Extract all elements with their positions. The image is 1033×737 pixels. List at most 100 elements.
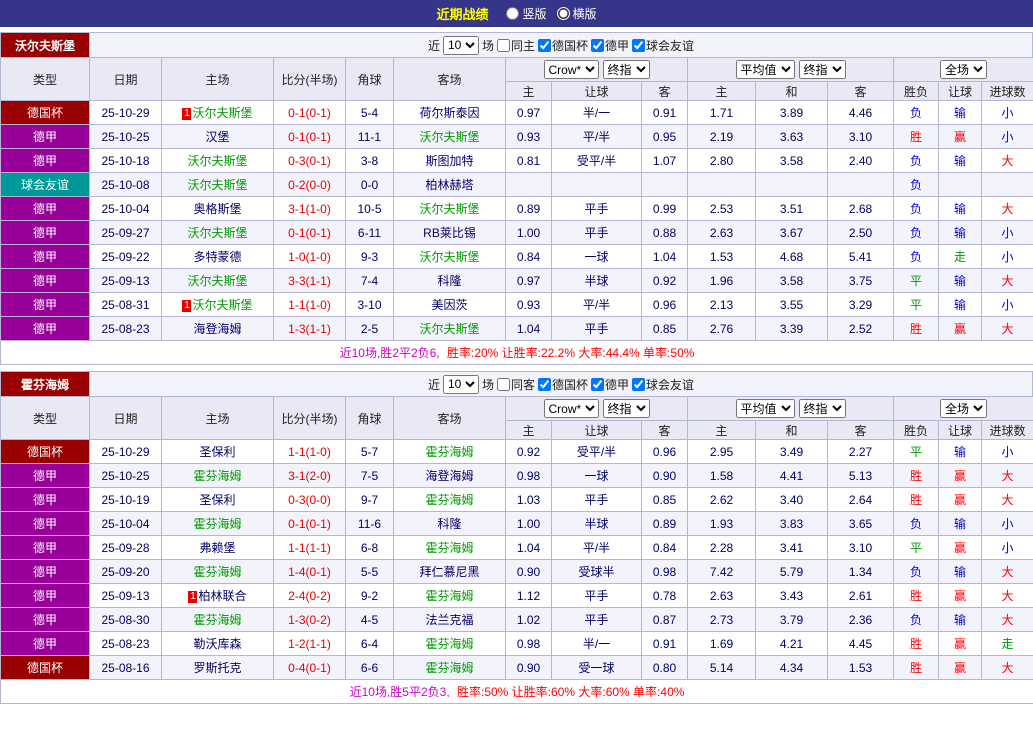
col-corner: 角球	[346, 58, 394, 101]
bundesliga-checkbox[interactable]	[591, 39, 604, 52]
same-venue-filter[interactable]: 同客	[497, 376, 535, 393]
odds-stage-select[interactable]: 终指	[603, 60, 650, 79]
team-name-text: 沃尔夫斯堡	[192, 298, 252, 312]
odds-source-select[interactable]: Crow*	[544, 399, 599, 418]
goals-cell: 大	[982, 656, 1033, 680]
same-venue-checkbox[interactable]	[497, 378, 510, 391]
odds-group-header: Crow*终指	[506, 58, 688, 82]
match-date-cell: 25-09-20	[90, 560, 162, 584]
avg-draw-cell: 4.21	[756, 632, 828, 656]
match-date-cell: 25-08-30	[90, 608, 162, 632]
bundesliga-filter[interactable]: 德甲	[591, 37, 629, 54]
friendly-filter[interactable]: 球会友谊	[632, 37, 694, 54]
team-name: 沃尔夫斯堡	[1, 33, 90, 57]
match-type-cell: 球会友谊	[1, 173, 90, 197]
match-type-cell: 德甲	[1, 269, 90, 293]
col-home: 主场	[162, 397, 274, 440]
handicap-cell: 平手	[552, 221, 642, 245]
bundesliga-filter[interactable]: 德甲	[591, 376, 629, 393]
home-team-cell: 1沃尔夫斯堡	[162, 101, 274, 125]
cup-checkbox[interactable]	[538, 39, 551, 52]
handicap-cell: 受一球	[552, 656, 642, 680]
goals-cell: 大	[982, 560, 1033, 584]
match-count-select[interactable]: 10	[443, 375, 479, 394]
vertical-layout-radio[interactable]	[506, 7, 519, 20]
avg-source-select[interactable]: 平均值	[736, 60, 795, 79]
home-team-cell: 罗斯托克	[162, 656, 274, 680]
summary-record: 近10场,胜5平2负3,	[350, 685, 450, 699]
friendly-filter[interactable]: 球会友谊	[632, 376, 694, 393]
summary-cell: 近10场,胜2平2负6, 胜率:20% 让胜率:22.2% 大率:44.4% 单…	[1, 341, 1033, 365]
horizontal-layout-option[interactable]: 横版	[557, 5, 597, 22]
cup-checkbox[interactable]	[538, 378, 551, 391]
match-row: 德甲25-08-311沃尔夫斯堡1-1(1-0)3-10美因茨0.93平/半0.…	[1, 293, 1033, 317]
score-cell: 3-3(1-1)	[274, 269, 346, 293]
scope-select[interactable]: 全场	[940, 399, 987, 418]
team-name-text: 霍芬海姆	[193, 613, 241, 627]
vertical-layout-option[interactable]: 竖版	[506, 5, 546, 22]
corner-cell: 0-0	[346, 173, 394, 197]
handicap-cell: 平手	[552, 584, 642, 608]
handicap-result-cell: 赢	[939, 656, 982, 680]
team-name-text: 沃尔夫斯堡	[419, 322, 479, 336]
goals-cell: 小	[982, 512, 1033, 536]
goals-cell: 小	[982, 125, 1033, 149]
match-row: 德甲25-08-30霍芬海姆1-3(0-2)4-5法兰克福1.02平手0.872…	[1, 608, 1033, 632]
cup-filter[interactable]: 德国杯	[538, 37, 588, 54]
near-label: 近	[428, 37, 440, 54]
corner-cell: 6-4	[346, 632, 394, 656]
odds-source-select[interactable]: Crow*	[544, 60, 599, 79]
col-odds-home: 主	[506, 82, 552, 101]
goals-cell: 大	[982, 317, 1033, 341]
col-type: 类型	[1, 397, 90, 440]
away-team-cell: 荷尔斯泰因	[394, 101, 506, 125]
bundesliga-checkbox[interactable]	[591, 378, 604, 391]
odds-group-header: Crow*终指	[506, 397, 688, 421]
team-name-text: 奥格斯堡	[193, 202, 241, 216]
home-team-cell: 圣保利	[162, 488, 274, 512]
match-type-cell: 德甲	[1, 536, 90, 560]
team-name-text: 霍芬海姆	[425, 637, 473, 651]
match-date-cell: 25-10-04	[90, 197, 162, 221]
goals-cell: 大	[982, 488, 1033, 512]
result-cell: 胜	[894, 584, 939, 608]
same-venue-filter[interactable]: 同主	[497, 37, 535, 54]
avg-group-header: 平均值终指	[688, 58, 894, 82]
result-cell: 胜	[894, 656, 939, 680]
match-count-select[interactable]: 10	[443, 36, 479, 55]
red-card-badge: 1	[182, 108, 191, 120]
match-date-cell: 25-10-29	[90, 440, 162, 464]
odds-home-cell: 0.92	[506, 440, 552, 464]
avg-stage-select[interactable]: 终指	[799, 399, 846, 418]
score-cell: 3-1(2-0)	[274, 464, 346, 488]
avg-stage-select[interactable]: 终指	[799, 60, 846, 79]
goals-cell: 大	[982, 149, 1033, 173]
match-row: 德甲25-10-25汉堡0-1(0-1)11-1沃尔夫斯堡0.93平/半0.95…	[1, 125, 1033, 149]
handicap-cell: 受平/半	[552, 440, 642, 464]
match-date-cell: 25-09-13	[90, 584, 162, 608]
avg-source-select[interactable]: 平均值	[736, 399, 795, 418]
score-cell: 0-1(0-1)	[274, 221, 346, 245]
friendly-checkbox[interactable]	[632, 378, 645, 391]
scope-select[interactable]: 全场	[940, 60, 987, 79]
home-team-cell: 勒沃库森	[162, 632, 274, 656]
handicap-cell: 平/半	[552, 536, 642, 560]
odds-stage-select[interactable]: 终指	[603, 399, 650, 418]
red-card-badge: 1	[188, 591, 197, 603]
odds-home-cell	[506, 173, 552, 197]
avg-draw-cell: 3.40	[756, 488, 828, 512]
same-venue-checkbox[interactable]	[497, 39, 510, 52]
match-type-cell: 德甲	[1, 464, 90, 488]
match-type-cell: 德甲	[1, 512, 90, 536]
score-cell: 1-0(1-0)	[274, 245, 346, 269]
goals-cell: 小	[982, 101, 1033, 125]
cup-filter[interactable]: 德国杯	[538, 376, 588, 393]
col-goals: 进球数	[982, 82, 1033, 101]
team-name-text: 霍芬海姆	[425, 541, 473, 555]
avg-away-cell: 2.68	[828, 197, 894, 221]
horizontal-layout-radio[interactable]	[557, 7, 570, 20]
avg-away-cell	[828, 173, 894, 197]
score-cell: 2-4(0-2)	[274, 584, 346, 608]
match-type-cell: 德国杯	[1, 440, 90, 464]
friendly-checkbox[interactable]	[632, 39, 645, 52]
